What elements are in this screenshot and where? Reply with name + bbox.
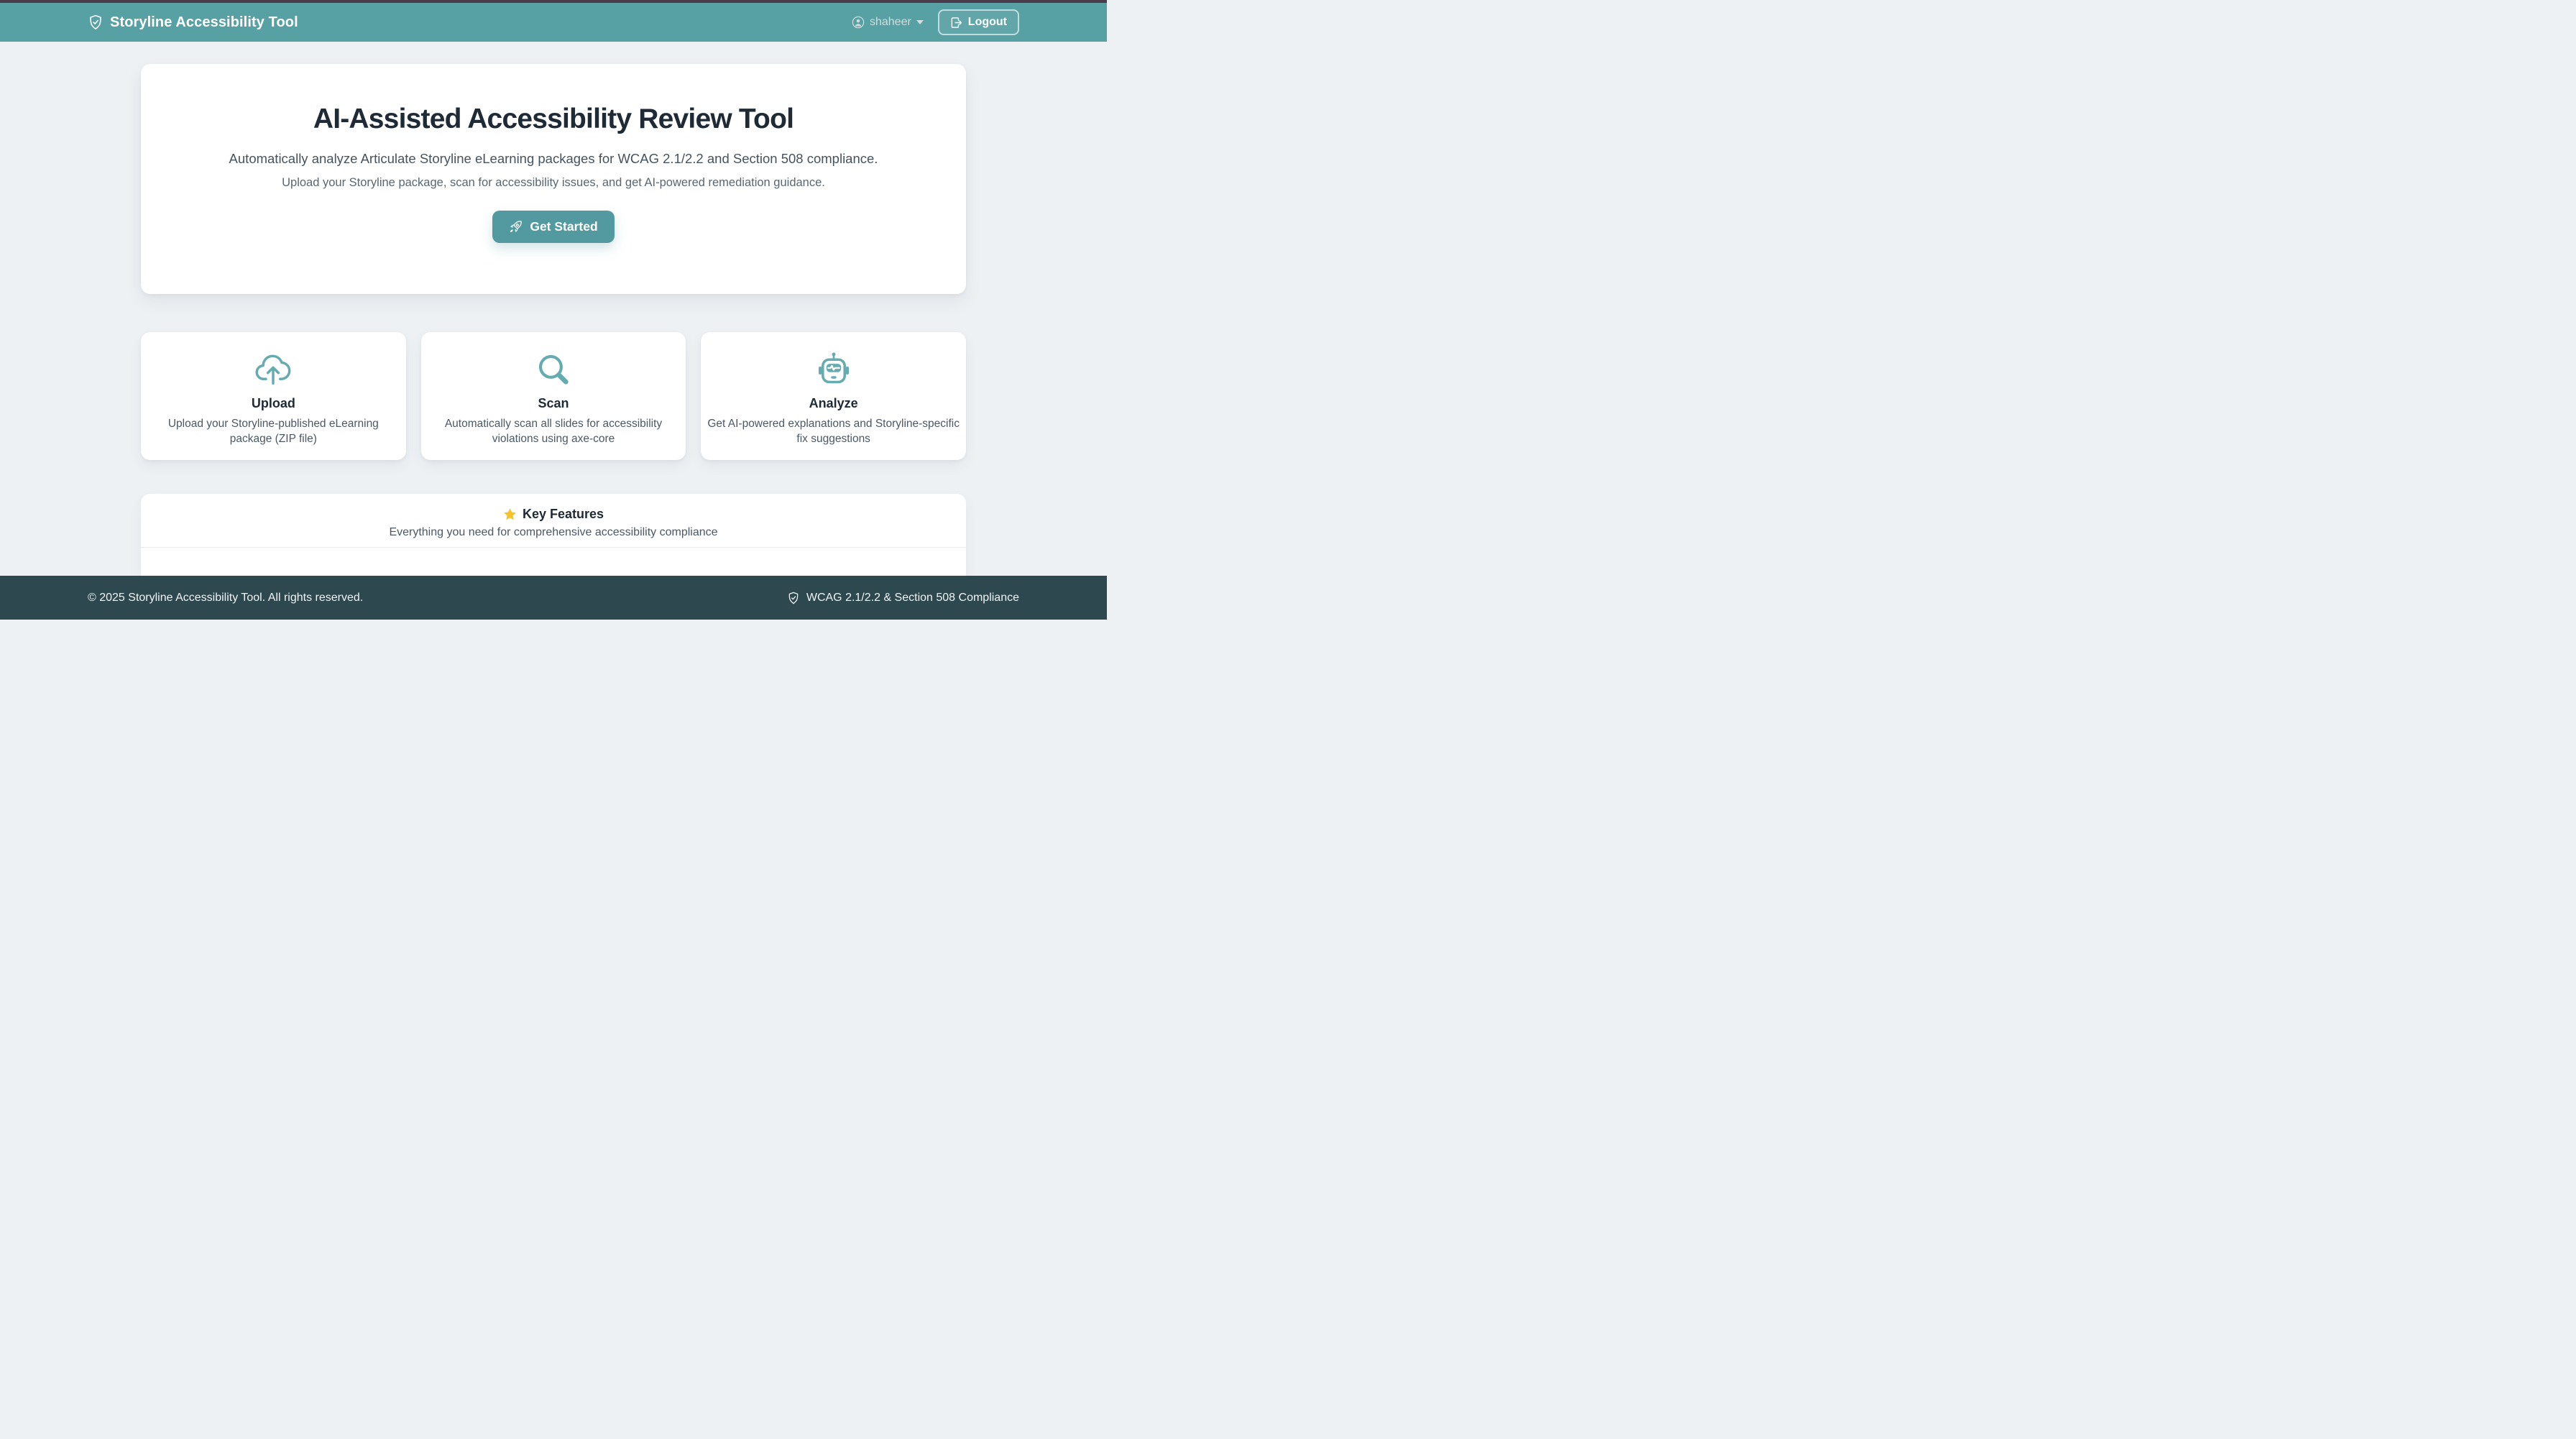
get-started-label: Get Started — [530, 219, 597, 234]
footer: © 2025 Storyline Accessibility Tool. All… — [0, 576, 1107, 620]
logout-button[interactable]: Logout — [938, 9, 1019, 35]
main-content: AI-Assisted Accessibility Review Tool Au… — [0, 42, 1107, 576]
box-arrow-right-icon — [950, 17, 962, 29]
feature-card-description: Automatically scan all slides for access… — [431, 416, 676, 447]
user-menu-toggle[interactable]: shaheer — [852, 16, 924, 29]
feature-card-description: Upload your Storyline-published eLearnin… — [161, 416, 385, 447]
brand-title: Storyline Accessibility Tool — [110, 14, 298, 31]
hero-subtitle-1: Automatically analyze Articulate Storyli… — [170, 151, 937, 167]
footer-compliance-label: WCAG 2.1/2.2 & Section 508 Compliance — [806, 592, 1019, 604]
key-features-card: Key Features Everything you need for com… — [141, 494, 966, 576]
page: Storyline Accessibility Tool shaheer — [0, 0, 1107, 618]
shield-check-icon — [88, 14, 104, 30]
feature-card-analyze: Analyze Get AI-powered explanations and … — [701, 332, 966, 460]
feature-card-title: Analyze — [701, 396, 966, 411]
footer-copyright: © 2025 Storyline Accessibility Tool. All… — [88, 592, 363, 604]
person-circle-icon — [852, 16, 865, 29]
key-features-subtitle: Everything you need for comprehensive ac… — [389, 526, 717, 539]
key-features-title: Key Features — [523, 507, 604, 522]
navbar-right: shaheer Logout — [852, 9, 1019, 35]
content-container: AI-Assisted Accessibility Review Tool Au… — [141, 42, 966, 576]
feature-card-title: Upload — [141, 396, 406, 411]
navbar-brand[interactable]: Storyline Accessibility Tool — [88, 14, 298, 31]
footer-compliance: WCAG 2.1/2.2 & Section 508 Compliance — [787, 592, 1019, 604]
footer-container: © 2025 Storyline Accessibility Tool. All… — [79, 592, 1028, 604]
star-icon — [503, 507, 517, 521]
navbar-container: Storyline Accessibility Tool shaheer — [79, 9, 1028, 35]
feature-card-upload: Upload Upload your Storyline-published e… — [141, 332, 406, 460]
logout-label: Logout — [968, 16, 1007, 29]
caret-down-icon — [916, 20, 924, 24]
user-name: shaheer — [870, 16, 911, 29]
rocket-icon — [509, 220, 523, 234]
robot-icon — [701, 349, 966, 390]
navbar: Storyline Accessibility Tool shaheer — [0, 3, 1107, 42]
hero-subtitle-2: Upload your Storyline package, scan for … — [170, 176, 937, 190]
page-title: AI-Assisted Accessibility Review Tool — [170, 103, 937, 137]
feature-cards-row: Upload Upload your Storyline-published e… — [141, 332, 966, 460]
shield-check-icon — [787, 592, 800, 604]
get-started-button[interactable]: Get Started — [492, 211, 614, 243]
feature-card-description: Get AI-powered explanations and Storylin… — [702, 416, 965, 447]
feature-card-title: Scan — [421, 396, 686, 411]
cloud-upload-icon — [141, 349, 406, 390]
key-features-header: Key Features Everything you need for com… — [141, 494, 966, 548]
search-icon — [421, 349, 686, 390]
hero-card: AI-Assisted Accessibility Review Tool Au… — [141, 64, 966, 294]
key-features-title-row: Key Features — [503, 507, 604, 522]
feature-card-scan: Scan Automatically scan all slides for a… — [421, 332, 686, 460]
